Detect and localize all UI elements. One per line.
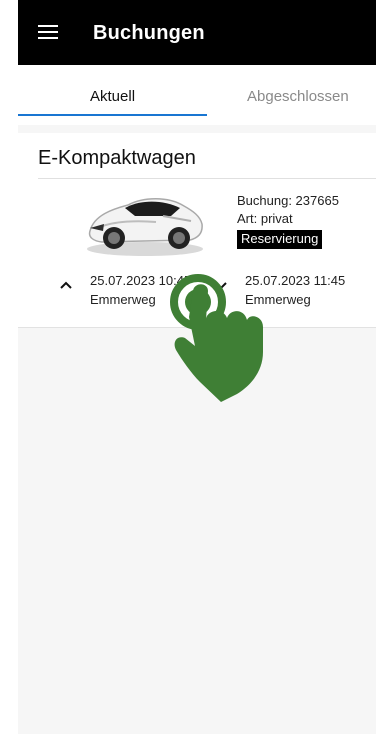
start-block: 25.07.2023 10:45 Emmerweg [90,271,191,309]
end-block: 25.07.2023 11:45 Emmerweg [245,271,345,309]
tab-abgeschlossen[interactable]: Abgeschlossen [247,88,349,105]
chevron-up-icon[interactable] [58,279,74,291]
end-datetime: 25.07.2023 11:45 [245,273,346,288]
booking-number: Buchung: 237665 [237,193,339,208]
tab-aktuell[interactable]: Aktuell [90,88,135,105]
end-location: Emmerweg [245,292,311,307]
card-divider [38,178,376,179]
page-title: Buchungen [93,22,205,44]
tab-bar: Aktuell Abgeschlossen [18,65,376,125]
car-class-title: E-Kompaktwagen [38,147,196,169]
booking-card[interactable]: E-Kompaktwagen Buchung: 237665 Art: priv… [18,133,376,328]
hamburger-menu-icon[interactable] [38,24,58,40]
chevron-down-icon [215,282,227,290]
booking-type: Art: privat [237,211,293,226]
status-badge: Reservierung [237,230,323,249]
start-datetime: 25.07.2023 10:45 [90,273,192,288]
car-image [87,198,203,256]
start-location: Emmerweg [90,292,156,307]
app-screen: Buchungen Aktuell Abgeschlossen E-Kompak… [18,0,376,734]
app-bar: Buchungen [18,0,376,65]
active-tab-indicator [18,114,207,116]
booking-info: Buchung: 237665 Art: privat Reservierung [237,192,339,249]
